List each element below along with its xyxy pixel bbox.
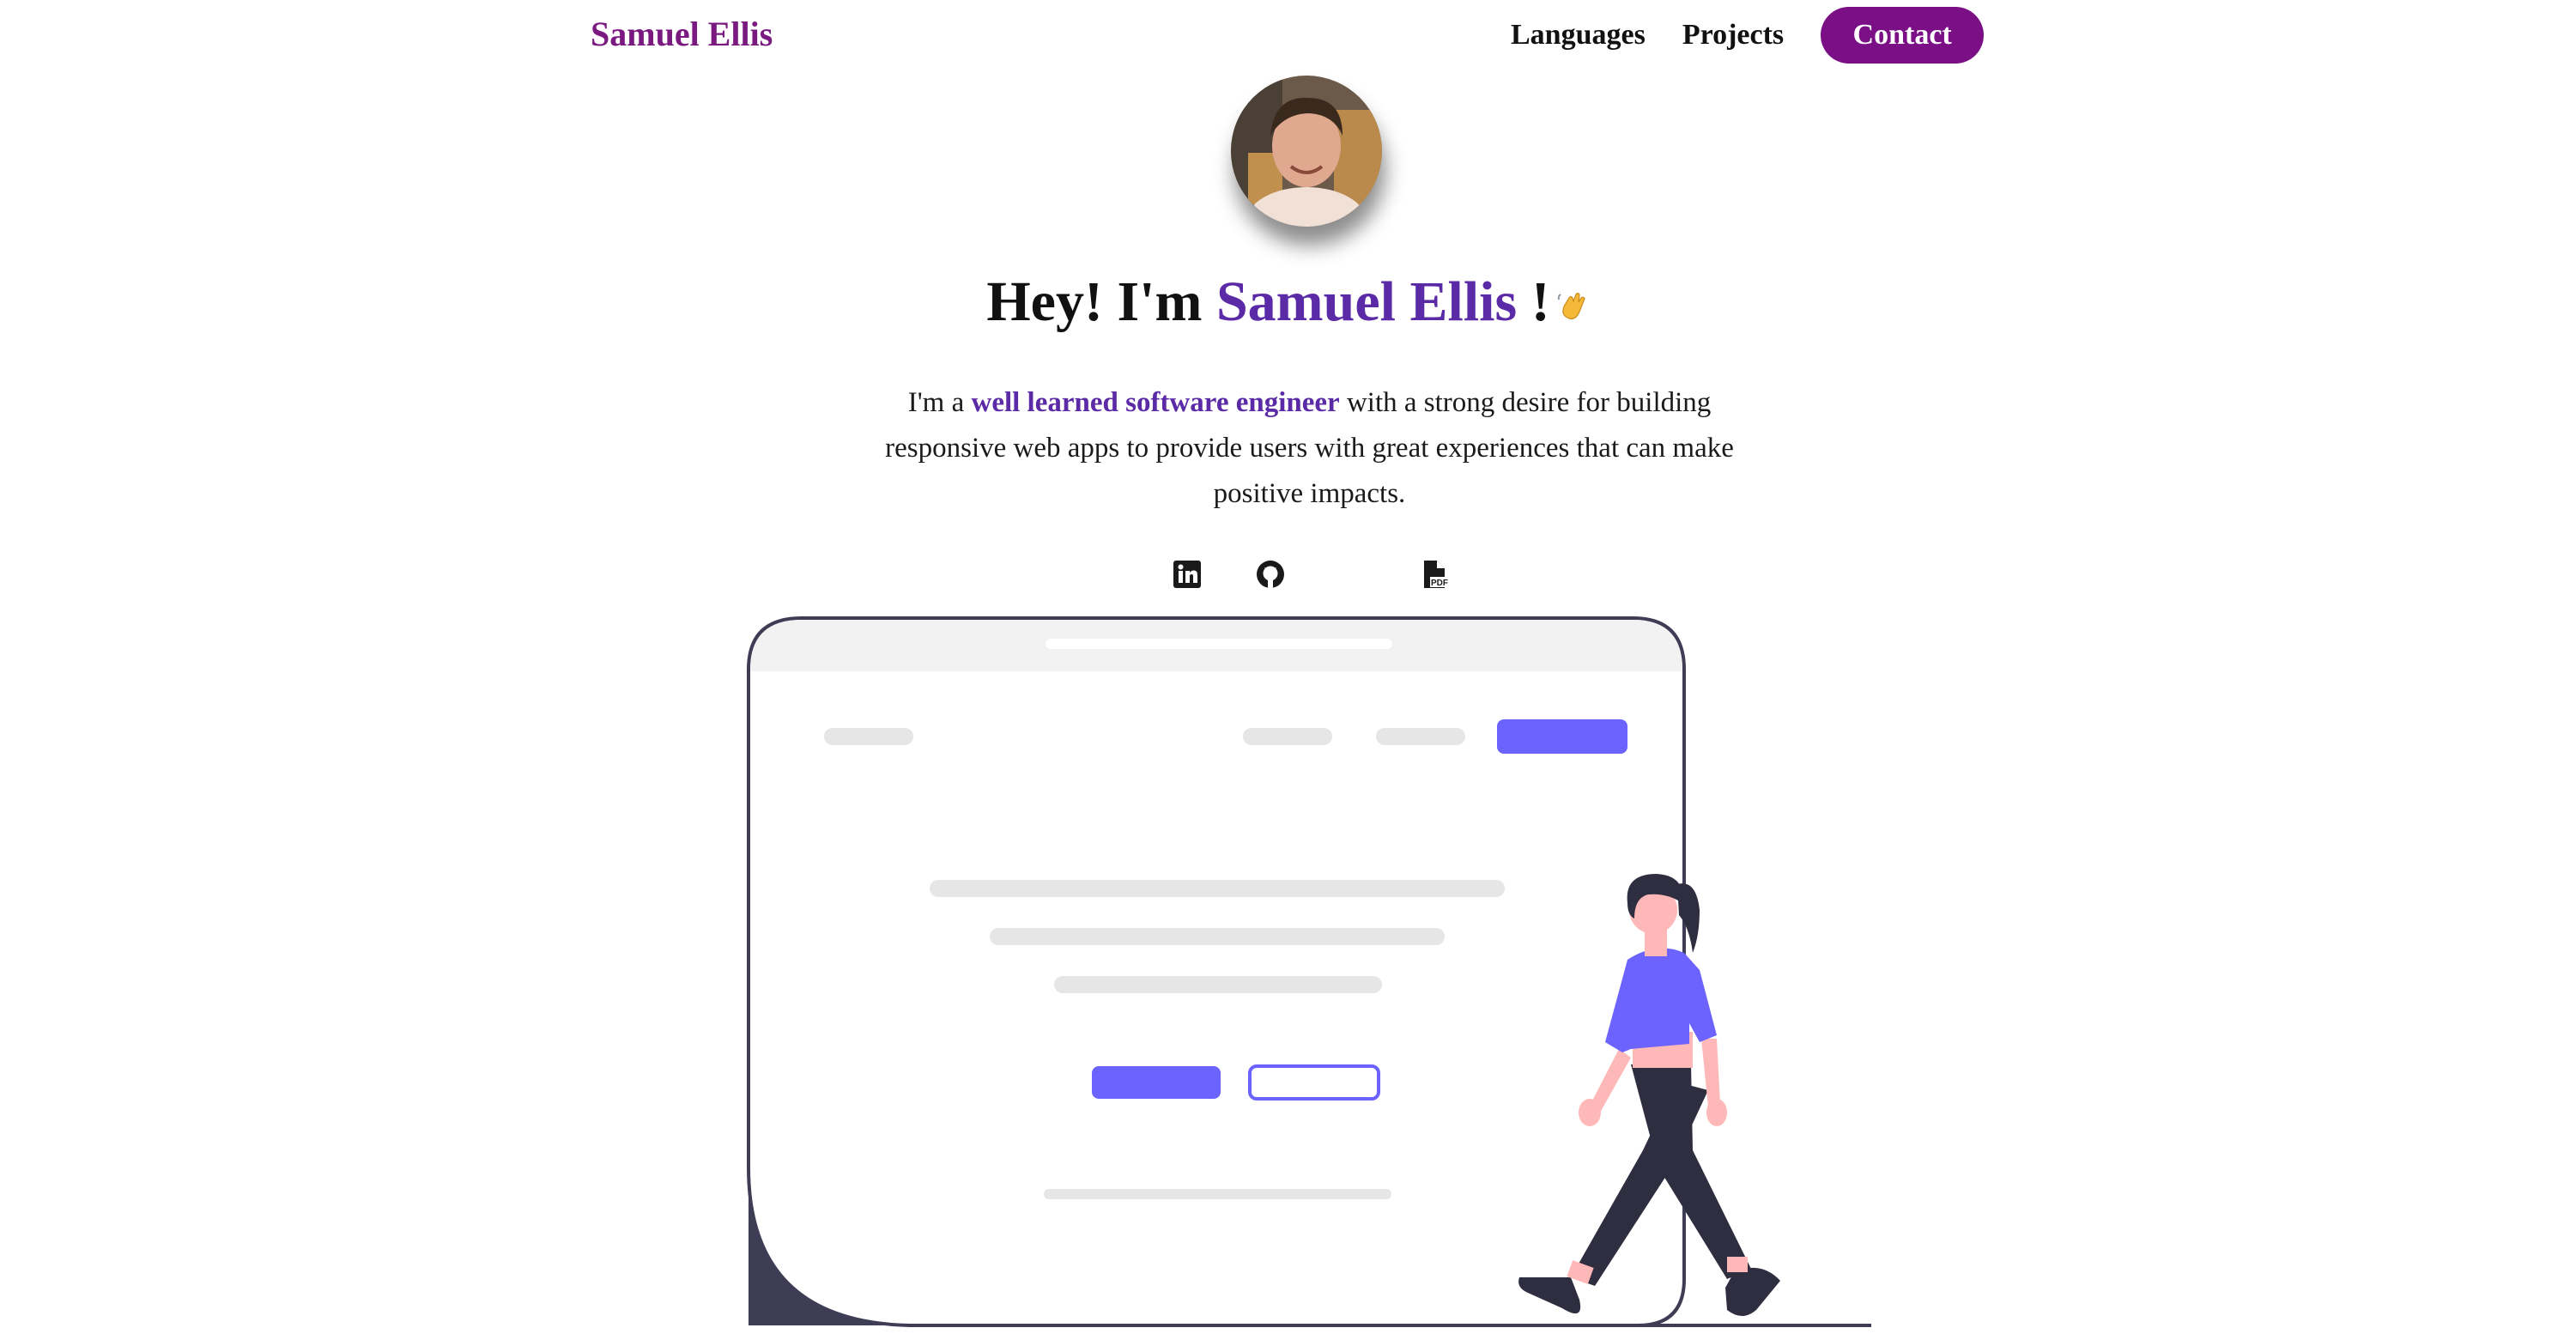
mock-nav-link bbox=[1376, 728, 1465, 745]
greeting-suffix: ! bbox=[1517, 270, 1550, 333]
mock-text-line bbox=[930, 880, 1505, 897]
contact-button[interactable]: Contact bbox=[1821, 7, 1985, 64]
frame-corner-fill bbox=[749, 1167, 910, 1325]
github-icon[interactable] bbox=[1256, 560, 1285, 589]
linkedin-icon[interactable] bbox=[1173, 560, 1202, 589]
nav-projects[interactable]: Projects bbox=[1682, 18, 1784, 52]
greeting-prefix: Hey! I'm bbox=[986, 270, 1216, 333]
mock-footer-line bbox=[1044, 1189, 1391, 1199]
brand-logo[interactable]: Samuel Ellis bbox=[591, 12, 773, 57]
walking-woman-figure bbox=[1518, 874, 1780, 1316]
mock-text-line bbox=[990, 928, 1445, 945]
nav-languages[interactable]: Languages bbox=[1511, 18, 1646, 52]
waving-hand-icon bbox=[1557, 292, 1585, 319]
hero-title: Hey! I'm Samuel Ellis ! bbox=[0, 268, 2576, 337]
mock-primary-button bbox=[1092, 1066, 1221, 1099]
browser-frame bbox=[747, 616, 1686, 1327]
pdf-badge-text: PDF bbox=[1431, 579, 1448, 588]
browser-address-bar bbox=[1046, 639, 1392, 649]
top-nav: Languages Projects Contact bbox=[1511, 7, 1985, 64]
mock-nav-link bbox=[1243, 728, 1332, 745]
mock-nav-button bbox=[1497, 719, 1627, 754]
mock-logo bbox=[824, 728, 913, 745]
bio-prefix: I'm a bbox=[907, 387, 972, 418]
hero-name: Samuel Ellis bbox=[1215, 270, 1518, 333]
profile-avatar bbox=[1231, 76, 1382, 227]
mock-text-line bbox=[1054, 976, 1382, 993]
pdf-file-icon[interactable]: PDF bbox=[1420, 560, 1449, 589]
mock-secondary-button bbox=[1248, 1064, 1380, 1100]
bio-highlight: well learned software engineer bbox=[971, 387, 1340, 418]
bio-paragraph: I'm a well learned software engineer wit… bbox=[850, 380, 1769, 517]
ground-line bbox=[910, 1324, 1871, 1327]
browser-top-bar bbox=[750, 620, 1682, 671]
